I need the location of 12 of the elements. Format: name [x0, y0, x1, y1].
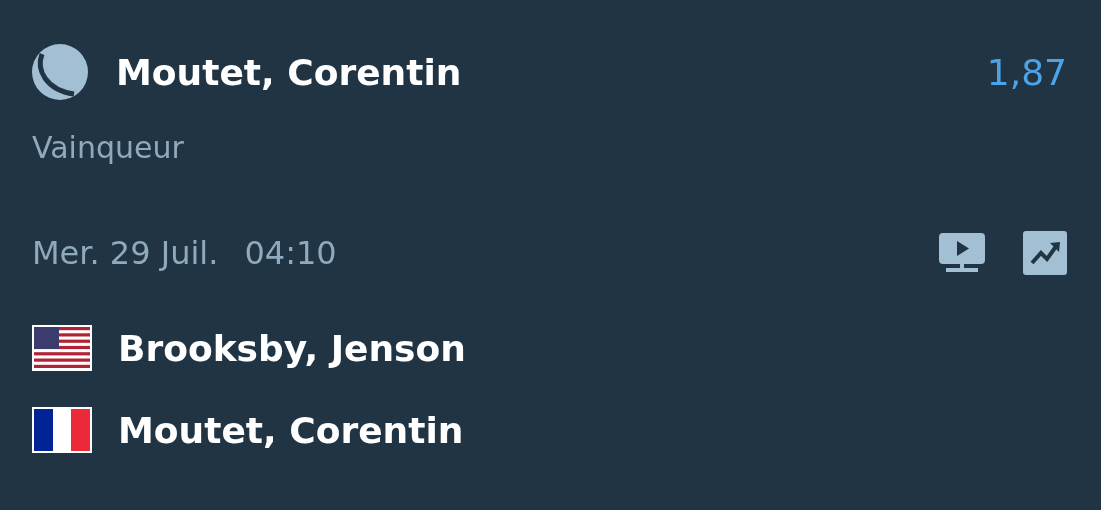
match-date: Mer. 29 Juil. — [32, 234, 219, 272]
market-label: Vainqueur — [32, 130, 185, 165]
player-name: Moutet, Corentin — [118, 409, 464, 451]
tennis-ball-icon — [32, 44, 88, 100]
odds-value[interactable]: 1,87 — [986, 51, 1067, 93]
selection-name: Moutet, Corentin — [116, 51, 462, 93]
live-stream-icon[interactable] — [939, 233, 985, 273]
player-name: Brooksby, Jenson — [118, 327, 466, 369]
trend-chart-icon[interactable] — [1023, 231, 1067, 275]
france-flag-icon — [32, 407, 92, 453]
usa-flag-icon — [32, 325, 92, 371]
match-time: 04:10 — [244, 234, 337, 272]
